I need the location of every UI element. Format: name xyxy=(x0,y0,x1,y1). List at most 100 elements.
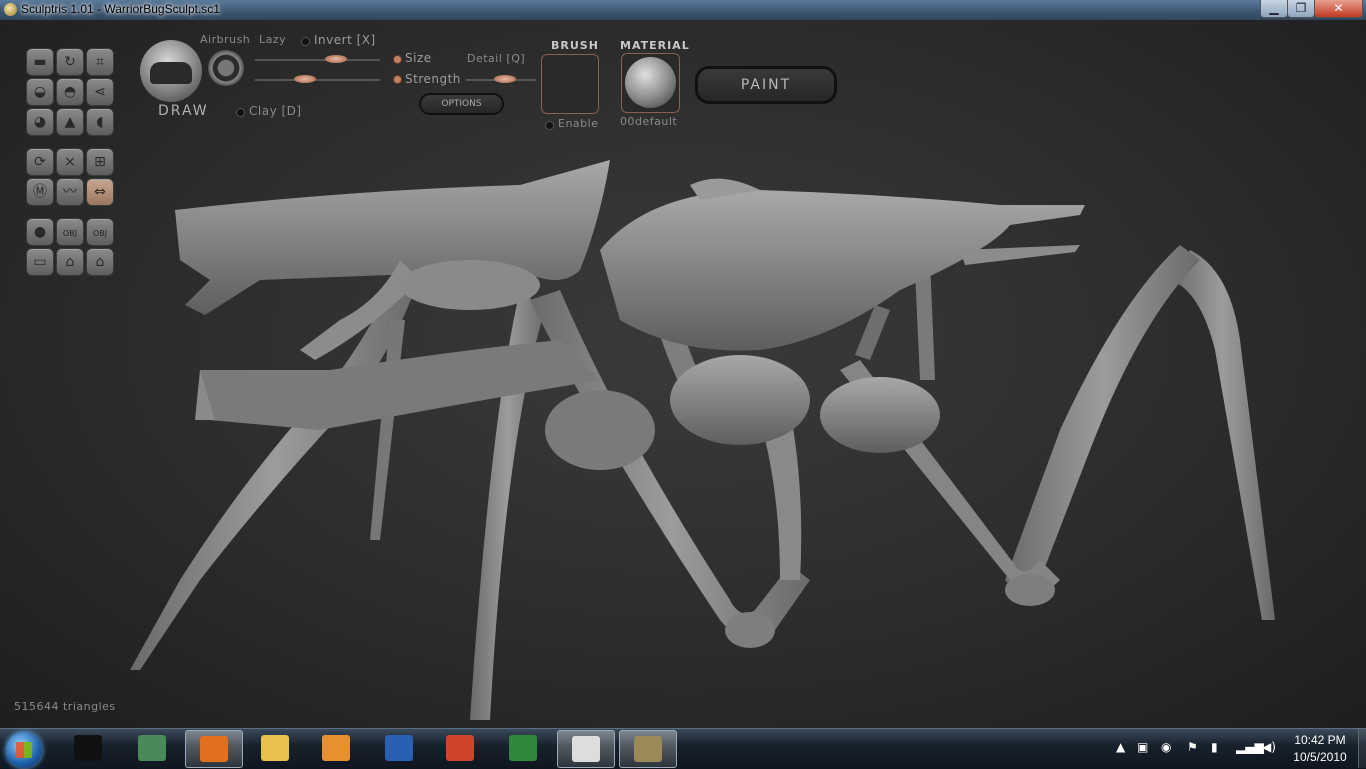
taskbar-item-task-manager[interactable] xyxy=(124,730,180,766)
tool-inflate-icon[interactable]: ◓ xyxy=(56,78,84,106)
invert-radio[interactable] xyxy=(301,37,310,46)
tool-symmetry-glyph: ⇔ xyxy=(94,184,106,200)
tool-scale-icon[interactable]: ◖ xyxy=(86,108,114,136)
brush-enable-label[interactable]: Enable xyxy=(558,117,598,130)
sculpt-viewport[interactable] xyxy=(0,20,1366,728)
tool-grab-glyph: ◕ xyxy=(33,114,47,130)
tool-crease-glyph: ▬ xyxy=(33,54,47,70)
material-sphere-icon[interactable] xyxy=(621,53,680,113)
tool-crease-icon[interactable]: ▬ xyxy=(26,48,54,76)
tool-mask-glyph: Ⓜ xyxy=(33,184,47,200)
tool-flatten-icon[interactable]: ◒ xyxy=(26,78,54,106)
taskbar-item-cmd[interactable] xyxy=(60,730,116,766)
tool-import-obj-icon[interactable]: OBJ xyxy=(56,218,84,246)
show-desktop-button[interactable] xyxy=(1358,729,1366,768)
detail-label: Detail [Q] xyxy=(467,52,526,65)
clay-label[interactable]: Clay [D] xyxy=(249,104,302,118)
taskbar-item-word[interactable] xyxy=(371,730,427,766)
maximize-button[interactable]: ❐ xyxy=(1287,0,1315,18)
taskbar-item-xsi[interactable] xyxy=(557,730,615,768)
start-button[interactable] xyxy=(6,732,42,768)
detail-slider-knob[interactable] xyxy=(493,75,516,83)
excel-icon xyxy=(509,735,537,761)
mode-label: DRAW xyxy=(158,103,209,119)
tool-scale-glyph: ◖ xyxy=(96,114,104,130)
tool-grid-icon[interactable]: ⊞ xyxy=(86,148,114,176)
tool-reduce-icon[interactable]: ⟳ xyxy=(26,148,54,176)
close-button[interactable]: ✕ xyxy=(1314,0,1363,18)
tool-crop-icon[interactable]: ⌗ xyxy=(86,48,114,76)
tool-sphere-glyph: ● xyxy=(33,224,47,240)
tool-rotate-glyph: ↻ xyxy=(64,54,76,70)
network-monitor-icon[interactable]: ▣ xyxy=(1137,740,1148,754)
tool-waves-icon[interactable]: 〰 xyxy=(56,178,84,206)
tool-smooth-glyph: ▲ xyxy=(64,114,76,130)
tool-save-glyph: ⌂ xyxy=(95,254,105,270)
tool-plane-icon[interactable]: ▭ xyxy=(26,248,54,276)
title-bar: Sculptris 1.01 - WarriorBugSculpt.sc1 ▁ … xyxy=(0,0,1366,20)
steam-icon[interactable]: ◉ xyxy=(1161,740,1171,754)
tool-open-icon[interactable]: ⌂ xyxy=(56,248,84,276)
strength-slider-track[interactable] xyxy=(255,79,380,81)
strength-indicator xyxy=(393,75,402,84)
strength-label: Strength xyxy=(405,72,461,86)
lazy-label: Lazy xyxy=(259,33,287,46)
taskbar-item-media-player[interactable] xyxy=(308,730,364,766)
tool-import-obj-glyph: OBJ xyxy=(62,229,78,238)
signal-bars-icon[interactable]: ▂▄▆ xyxy=(1236,740,1264,754)
invert-label[interactable]: Invert [X] xyxy=(314,33,376,47)
clay-radio[interactable] xyxy=(236,108,245,117)
size-slider-track[interactable] xyxy=(255,59,380,61)
tool-wireframe-glyph: ⨯ xyxy=(64,154,76,170)
bug-model[interactable] xyxy=(0,20,1366,728)
triangle-count: 515644 triangles xyxy=(14,700,116,713)
tool-smooth-icon[interactable]: ▲ xyxy=(56,108,84,136)
tool-open-glyph: ⌂ xyxy=(65,254,75,270)
tool-wireframe-icon[interactable]: ⨯ xyxy=(56,148,84,176)
taskbar-item-excel[interactable] xyxy=(495,730,551,766)
tool-mask-icon[interactable]: Ⓜ xyxy=(26,178,54,206)
cmd-icon xyxy=(74,735,102,761)
tool-save-icon[interactable]: ⌂ xyxy=(86,248,114,276)
tool-grab-icon[interactable]: ◕ xyxy=(26,108,54,136)
brush-enable-checkbox[interactable] xyxy=(545,121,554,130)
media-player-icon xyxy=(322,735,350,761)
material-header: MATERIAL xyxy=(620,39,690,52)
task-manager-icon xyxy=(138,735,166,761)
sculptris-icon xyxy=(634,736,662,762)
taskbar-item-firefox[interactable] xyxy=(185,730,243,768)
tool-inflate-glyph: ◓ xyxy=(63,84,77,100)
taskbar-item-explorer[interactable] xyxy=(247,730,303,766)
material-name: 00default xyxy=(620,115,678,128)
brush-slot[interactable] xyxy=(541,54,599,114)
airbrush-toggle-icon[interactable] xyxy=(208,50,244,86)
tool-grid-glyph: ⊞ xyxy=(94,154,106,170)
tool-rotate-icon[interactable]: ↻ xyxy=(56,48,84,76)
options-button[interactable]: OPTIONS xyxy=(419,93,504,115)
tool-export-obj-icon[interactable]: OBJ xyxy=(86,218,114,246)
tool-crop-glyph: ⌗ xyxy=(96,54,104,70)
clock-time[interactable]: 10:42 PM xyxy=(1285,733,1355,747)
power-icon[interactable]: ▮ xyxy=(1211,740,1218,754)
tool-waves-glyph: 〰 xyxy=(63,184,77,200)
taskbar-item-sculptris[interactable] xyxy=(619,730,677,768)
tool-pinch-icon[interactable]: ⋖ xyxy=(86,78,114,106)
show-hidden-icons-icon[interactable]: ▲ xyxy=(1116,740,1125,754)
window-title: Sculptris 1.01 - WarriorBugSculpt.sc1 xyxy=(21,2,220,16)
volume-icon[interactable]: ◀) xyxy=(1262,740,1276,754)
strength-slider-knob[interactable] xyxy=(294,75,316,83)
paint-button[interactable]: PAINT xyxy=(695,66,837,104)
brush-header: BRUSH xyxy=(551,39,599,52)
tool-export-obj-glyph: OBJ xyxy=(92,229,108,238)
size-indicator xyxy=(393,55,402,64)
size-label: Size xyxy=(405,51,432,65)
taskbar-item-outlook[interactable] xyxy=(432,730,488,766)
xsi-icon xyxy=(572,736,600,762)
tool-symmetry-icon[interactable]: ⇔ xyxy=(86,178,114,206)
minimize-button[interactable]: ▁ xyxy=(1260,0,1288,18)
windows-logo-icon xyxy=(16,742,32,758)
tool-sphere-icon[interactable]: ● xyxy=(26,218,54,246)
action-center-flag-icon[interactable]: ⚑ xyxy=(1187,740,1198,754)
draw-sphere-icon[interactable] xyxy=(140,40,202,102)
clock-date[interactable]: 10/5/2010 xyxy=(1285,750,1355,764)
